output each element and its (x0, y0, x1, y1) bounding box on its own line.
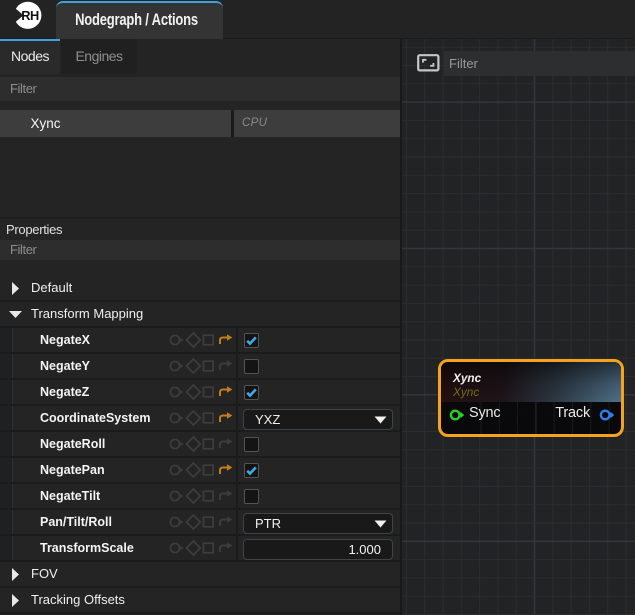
svg-text:RH: RH (21, 8, 39, 23)
